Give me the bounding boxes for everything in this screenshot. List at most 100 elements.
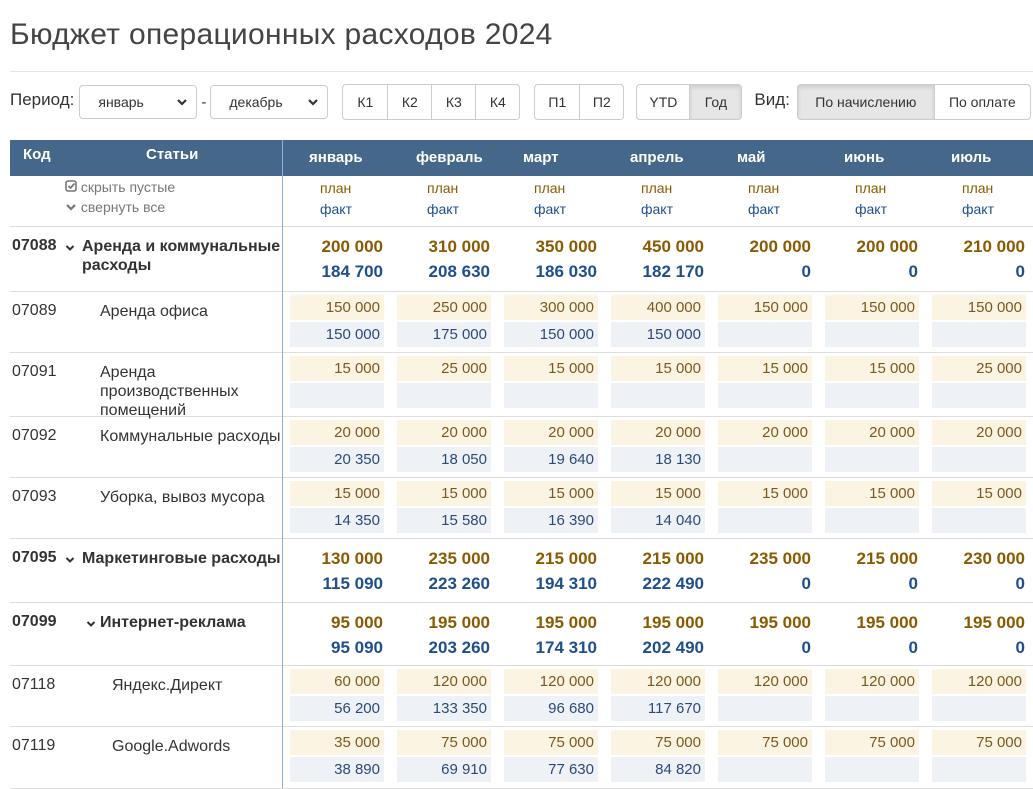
chevron-down-icon[interactable] bbox=[86, 619, 96, 629]
plan-cell[interactable]: 150 000 bbox=[825, 295, 919, 320]
hide-empty-toggle[interactable]: скрыть пустые bbox=[65, 179, 175, 195]
plan-cell[interactable]: 300 000 bbox=[504, 295, 598, 320]
plan-cell[interactable]: 15 000 bbox=[825, 356, 919, 381]
period-to-select[interactable]: декабрь bbox=[210, 85, 329, 119]
plan-cell[interactable]: 15 000 bbox=[504, 481, 598, 506]
fact-cell[interactable]: 18 130 bbox=[611, 447, 705, 472]
row-name[interactable]: Интернет-реклама bbox=[100, 613, 282, 632]
month-header[interactable]: январь bbox=[309, 149, 363, 166]
quarter-button-k3[interactable]: К3 bbox=[431, 85, 475, 119]
fact-cell[interactable] bbox=[611, 383, 705, 408]
range-button-ytd[interactable]: YTD bbox=[637, 85, 689, 119]
view-button-accrual[interactable]: По начислению bbox=[797, 85, 934, 119]
plan-cell[interactable]: 150 000 bbox=[290, 295, 384, 320]
chevron-down-icon[interactable] bbox=[65, 243, 75, 253]
fact-cell[interactable] bbox=[718, 696, 812, 721]
fact-cell[interactable] bbox=[932, 757, 1026, 782]
plan-cell[interactable]: 120 000 bbox=[718, 669, 812, 694]
plan-cell[interactable]: 15 000 bbox=[932, 481, 1026, 506]
plan-cell[interactable]: 15 000 bbox=[397, 481, 491, 506]
plan-cell[interactable]: 400 000 bbox=[611, 295, 705, 320]
plan-cell[interactable]: 150 000 bbox=[718, 295, 812, 320]
fact-cell[interactable] bbox=[718, 447, 812, 472]
fact-cell[interactable]: 150 000 bbox=[611, 322, 705, 347]
plan-cell[interactable]: 15 000 bbox=[825, 481, 919, 506]
fact-cell[interactable] bbox=[825, 322, 919, 347]
fact-cell[interactable]: 69 910 bbox=[397, 757, 491, 782]
fact-cell[interactable]: 96 680 bbox=[504, 696, 598, 721]
plan-cell[interactable]: 15 000 bbox=[611, 481, 705, 506]
plan-cell[interactable]: 120 000 bbox=[825, 669, 919, 694]
plan-cell[interactable]: 20 000 bbox=[718, 420, 812, 445]
plan-cell[interactable]: 75 000 bbox=[825, 730, 919, 755]
month-header[interactable]: февраль bbox=[416, 149, 483, 166]
plan-cell[interactable]: 75 000 bbox=[611, 730, 705, 755]
fact-cell[interactable] bbox=[825, 447, 919, 472]
plan-cell[interactable]: 75 000 bbox=[397, 730, 491, 755]
plan-cell[interactable]: 75 000 bbox=[504, 730, 598, 755]
fact-cell[interactable] bbox=[932, 322, 1026, 347]
plan-cell[interactable]: 20 000 bbox=[397, 420, 491, 445]
plan-cell[interactable]: 60 000 bbox=[290, 669, 384, 694]
fact-cell[interactable] bbox=[290, 383, 384, 408]
month-header[interactable]: март bbox=[523, 149, 559, 166]
plan-cell[interactable]: 25 000 bbox=[397, 356, 491, 381]
fact-cell[interactable] bbox=[932, 508, 1026, 533]
fact-cell[interactable] bbox=[825, 508, 919, 533]
fact-cell[interactable] bbox=[825, 696, 919, 721]
plan-cell[interactable]: 15 000 bbox=[290, 481, 384, 506]
row-name[interactable]: Аренда и коммунальные расходы bbox=[82, 237, 282, 275]
fact-cell[interactable] bbox=[825, 757, 919, 782]
fact-cell[interactable] bbox=[718, 757, 812, 782]
fact-cell[interactable]: 56 200 bbox=[290, 696, 384, 721]
plan-cell[interactable]: 15 000 bbox=[718, 356, 812, 381]
plan-cell[interactable]: 120 000 bbox=[397, 669, 491, 694]
fact-cell[interactable]: 117 670 bbox=[611, 696, 705, 721]
fact-cell[interactable]: 175 000 bbox=[397, 322, 491, 347]
fact-cell[interactable] bbox=[932, 696, 1026, 721]
half-button-p2[interactable]: П2 bbox=[579, 85, 623, 119]
fact-cell[interactable]: 16 390 bbox=[504, 508, 598, 533]
fact-cell[interactable]: 14 350 bbox=[290, 508, 384, 533]
plan-cell[interactable]: 150 000 bbox=[932, 295, 1026, 320]
fact-cell[interactable] bbox=[825, 383, 919, 408]
plan-cell[interactable]: 120 000 bbox=[504, 669, 598, 694]
fact-cell[interactable]: 15 580 bbox=[397, 508, 491, 533]
quarter-button-k4[interactable]: К4 bbox=[475, 85, 519, 119]
plan-cell[interactable]: 15 000 bbox=[718, 481, 812, 506]
fact-cell[interactable]: 38 890 bbox=[290, 757, 384, 782]
plan-cell[interactable]: 15 000 bbox=[611, 356, 705, 381]
month-header[interactable]: июнь bbox=[844, 149, 884, 166]
quarter-button-k1[interactable]: К1 bbox=[343, 85, 387, 119]
fact-cell[interactable]: 77 630 bbox=[504, 757, 598, 782]
fact-cell[interactable] bbox=[718, 383, 812, 408]
month-header[interactable]: апрель bbox=[630, 149, 684, 166]
fact-cell[interactable]: 133 350 bbox=[397, 696, 491, 721]
fact-cell[interactable] bbox=[504, 383, 598, 408]
row-name[interactable]: Маркетинговые расходы bbox=[82, 549, 282, 568]
plan-cell[interactable]: 20 000 bbox=[290, 420, 384, 445]
plan-cell[interactable]: 15 000 bbox=[504, 356, 598, 381]
chevron-down-icon[interactable] bbox=[65, 555, 75, 565]
fact-cell[interactable] bbox=[718, 508, 812, 533]
plan-cell[interactable]: 75 000 bbox=[932, 730, 1026, 755]
fact-cell[interactable]: 20 350 bbox=[290, 447, 384, 472]
collapse-all-toggle[interactable]: свернуть все bbox=[65, 199, 165, 215]
fact-cell[interactable]: 19 640 bbox=[504, 447, 598, 472]
half-button-p1[interactable]: П1 bbox=[535, 85, 579, 119]
plan-cell[interactable]: 20 000 bbox=[504, 420, 598, 445]
fact-cell[interactable]: 14 040 bbox=[611, 508, 705, 533]
plan-cell[interactable]: 20 000 bbox=[611, 420, 705, 445]
fact-cell[interactable] bbox=[932, 383, 1026, 408]
fact-cell[interactable] bbox=[718, 322, 812, 347]
plan-cell[interactable]: 250 000 bbox=[397, 295, 491, 320]
fact-cell[interactable]: 84 820 bbox=[611, 757, 705, 782]
plan-cell[interactable]: 15 000 bbox=[290, 356, 384, 381]
range-button-year[interactable]: Год bbox=[689, 85, 742, 119]
fact-cell[interactable]: 150 000 bbox=[290, 322, 384, 347]
plan-cell[interactable]: 25 000 bbox=[932, 356, 1026, 381]
fact-cell[interactable]: 18 050 bbox=[397, 447, 491, 472]
quarter-button-k2[interactable]: К2 bbox=[387, 85, 431, 119]
month-header[interactable]: июль bbox=[951, 149, 991, 166]
view-button-payment[interactable]: По оплате bbox=[933, 85, 1030, 119]
